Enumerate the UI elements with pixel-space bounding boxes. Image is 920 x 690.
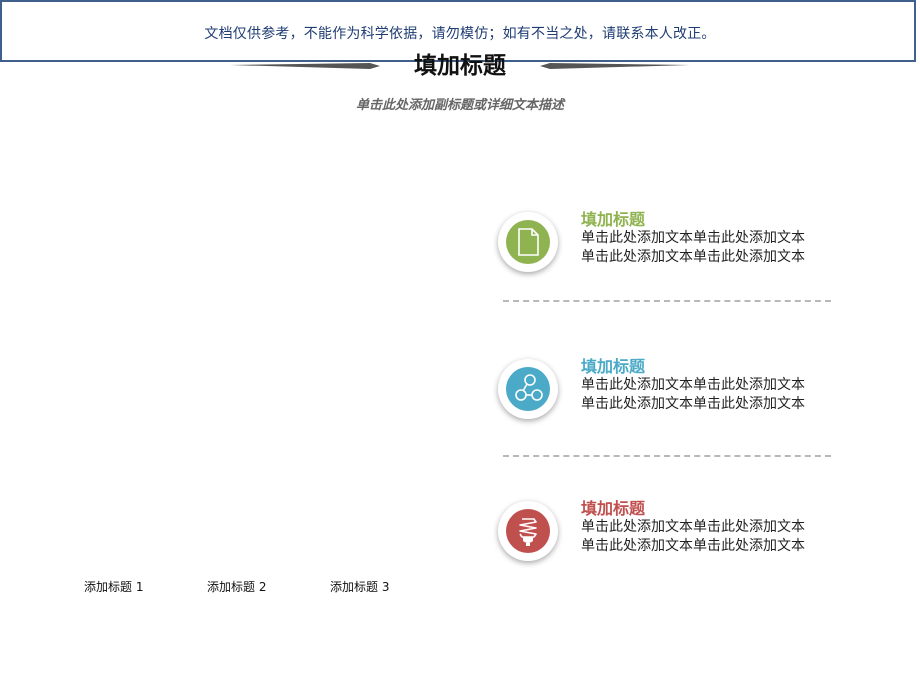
feature-text-line-2: 单击此处添加文本单击此处添加文本 xyxy=(581,538,805,554)
page-subtitle: 单击此处添加副标题或详细文本描述 xyxy=(355,98,564,113)
icon-badge xyxy=(498,359,558,419)
bottom-label-1: 添加标题 1 xyxy=(84,580,144,594)
feature-item-2: 填加标题 单击此处添加文本单击此处添加文本 单击此处添加文本单击此处添加文本 xyxy=(498,357,838,429)
feature-item-3: 填加标题 单击此处添加文本单击此处添加文本 单击此处添加文本单击此处添加文本 xyxy=(498,499,838,571)
dashed-divider xyxy=(503,300,831,302)
icon-badge xyxy=(498,212,558,272)
feature-text-line-1: 单击此处添加文本单击此处添加文本 xyxy=(581,230,805,246)
disclaimer-text: 文档仅供参考，不能作为科学依据，请勿模仿；如有不当之处，请联系本人改正。 xyxy=(204,26,716,42)
bottom-label-3: 添加标题 3 xyxy=(330,580,390,594)
icon-badge xyxy=(498,501,558,561)
feature-text-line-2: 单击此处添加文本单击此处添加文本 xyxy=(581,249,805,265)
feature-text-line-1: 单击此处添加文本单击此处添加文本 xyxy=(581,519,805,535)
page-title: 填加标题 xyxy=(414,53,506,79)
dashed-divider xyxy=(503,455,831,457)
feature-text-line-1: 单击此处添加文本单击此处添加文本 xyxy=(581,377,805,393)
network-icon xyxy=(506,367,550,411)
feature-text-line-2: 单击此处添加文本单击此处添加文本 xyxy=(581,396,805,412)
feature-item-1: 填加标题 单击此处添加文本单击此处添加文本 单击此处添加文本单击此处添加文本 xyxy=(498,210,838,282)
document-icon xyxy=(506,220,550,264)
bottom-label-2: 添加标题 2 xyxy=(207,580,267,594)
lightbulb-icon xyxy=(506,509,550,553)
